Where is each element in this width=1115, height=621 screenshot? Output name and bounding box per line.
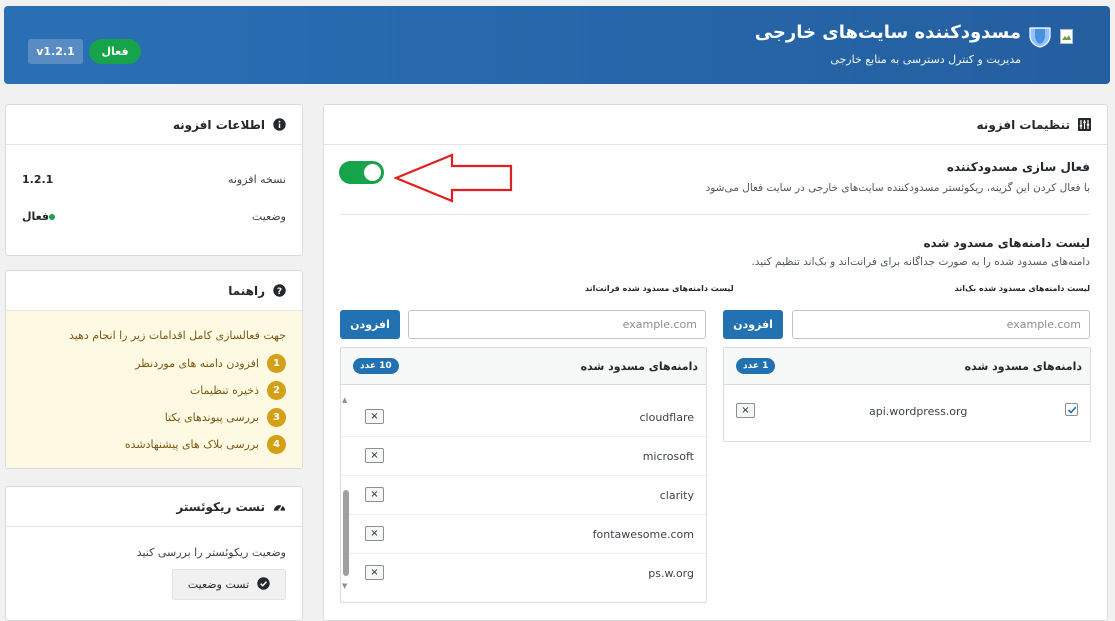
test-card-title: تست ریکوئستر: [176, 499, 265, 514]
red-arrow-icon: [394, 153, 513, 203]
toggle-description: با فعال کردن این گزینه، ریکوئستر مسدودکن…: [705, 182, 1090, 194]
list-item: ps.w.org ×: [341, 554, 706, 593]
domain-list-description: دامنه‌های مسدود شده را به صورت جداگانه ب…: [751, 256, 1090, 268]
backend-add-button[interactable]: افزودن: [723, 310, 783, 339]
list-item: clarity ×: [341, 476, 706, 515]
frontend-list-label: لیست دامنه‌های مسدود شده فرانت‌اند: [585, 284, 734, 293]
backend-domain-input[interactable]: example.com: [792, 310, 1090, 339]
list-item: fontawesome.com ×: [341, 515, 706, 554]
test-status-label: تست وضعیت: [187, 578, 250, 591]
checkmark-icon: [1067, 406, 1076, 414]
frontend-count-badge: 10 عدد: [353, 358, 399, 374]
remove-domain-button[interactable]: ×: [365, 565, 384, 580]
backend-list-label: لیست دامنه‌های مسدود شده بک‌اند: [954, 284, 1090, 293]
remove-domain-button[interactable]: ×: [365, 448, 384, 463]
version-badge: v1.2.1: [28, 39, 83, 64]
settings-sliders-icon: [1078, 118, 1091, 131]
info-card-title: اطلاعات افزونه: [172, 117, 265, 132]
step-text: بررسی پیوندهای یکتا: [164, 411, 259, 424]
list-item: cloudflare ×: [341, 398, 706, 437]
remove-domain-button[interactable]: ×: [365, 487, 384, 502]
step-text: افزودن دامنه های موردنظر: [135, 357, 259, 370]
status-value-wrap: فعال: [22, 210, 61, 223]
step-number: 2: [267, 381, 286, 400]
page-subtitle: مدیریت و کنترل دسترسی به منابع خارجی: [830, 53, 1021, 66]
backend-list-header: دامنه‌های مسدود شده 1 عدد: [724, 348, 1090, 385]
guide-step-4: 4 بررسی بلاک های پیشنهادشده: [125, 435, 286, 454]
domain-name: clarity: [659, 489, 694, 502]
check-circle-icon: [257, 576, 270, 593]
guide-intro: جهت فعالسازی کامل اقدامات زیر را انجام د…: [68, 329, 286, 342]
status-label: وضعیت: [251, 210, 286, 223]
frontend-list-header-title: دامنه‌های مسدود شده: [580, 359, 698, 373]
backend-list-header-title: دامنه‌های مسدود شده: [964, 359, 1082, 373]
requester-test-card: تست ریکوئستر وضعیت ریکوئستر را بررسی کنی…: [5, 486, 303, 621]
question-icon: ?: [273, 284, 286, 297]
step-number: 1: [267, 354, 286, 373]
step-number: 3: [267, 408, 286, 427]
backend-count-badge: 1 عدد: [736, 358, 776, 374]
step-text: بررسی بلاک های پیشنهادشده: [124, 438, 259, 451]
shield-icon: [1029, 27, 1051, 48]
frontend-list-scrollbar[interactable]: ▲ ▼: [342, 396, 350, 590]
test-status-button[interactable]: تست وضعیت: [172, 569, 286, 600]
toggle-knob: [364, 164, 381, 181]
test-description: وضعیت ریکوئستر را بررسی کنید: [136, 546, 286, 559]
domain-name: cloudflare: [639, 411, 694, 424]
domain-name: microsoft: [642, 450, 694, 463]
plugin-info-card: اطلاعات افزونه نسخه افزونه 1.2.1 وضعیت ف…: [5, 104, 303, 256]
guide-card: ? راهنما جهت فعالسازی کامل اقدامات زیر ر…: [5, 270, 303, 469]
domain-name: fontawesome.com: [592, 528, 694, 541]
remove-domain-button[interactable]: ×: [736, 403, 755, 418]
guide-card-title: راهنما: [228, 283, 265, 298]
settings-card-header: تنظیمات افزونه: [324, 105, 1107, 145]
dashboard-gauge-icon: [273, 500, 286, 513]
step-number: 4: [267, 435, 286, 454]
broken-image-icon: [1060, 29, 1073, 44]
domain-name: ps.w.org: [648, 567, 694, 580]
step-text: ذخیره تنظیمات: [189, 384, 259, 397]
scroll-up-icon[interactable]: ▲: [342, 396, 347, 404]
guide-step-1: 1 افزودن دامنه های موردنظر: [135, 354, 286, 373]
list-item: api.wordpress.org ×: [724, 392, 1090, 431]
page-title: مسدودکننده سایت‌های خارجی: [754, 22, 1021, 43]
section-divider: [340, 214, 1090, 215]
guide-step-3: 3 بررسی پیوندهای یکتا: [165, 408, 286, 427]
info-icon: [273, 118, 286, 131]
toggle-title: فعال سازی مسدودکننده: [946, 160, 1090, 174]
status-value: فعال: [22, 210, 50, 223]
list-item: microsoft ×: [341, 437, 706, 476]
version-value: 1.2.1: [22, 173, 54, 186]
frontend-domain-list: دامنه‌های مسدود شده 10 عدد cloudflare × …: [340, 347, 707, 603]
status-badge: فعال: [89, 39, 141, 64]
settings-card-title: تنظیمات افزونه: [976, 117, 1070, 132]
domain-list-title: لیست دامنه‌های مسدود شده: [923, 236, 1090, 250]
frontend-domain-input[interactable]: example.com: [408, 310, 706, 339]
remove-domain-button[interactable]: ×: [365, 526, 384, 541]
domain-checkbox[interactable]: [1065, 403, 1078, 416]
domain-name: api.wordpress.org: [869, 405, 968, 418]
backend-domain-list: دامنه‌های مسدود شده 1 عدد api.wordpress.…: [723, 347, 1091, 442]
svg-text:?: ?: [277, 287, 282, 297]
info-card-header: اطلاعات افزونه: [6, 105, 302, 145]
version-label: نسخه افزونه: [227, 173, 286, 186]
info-status-row: وضعیت فعال: [22, 210, 286, 223]
status-dot-icon: [49, 213, 56, 220]
test-card-header: تست ریکوئستر: [6, 487, 302, 527]
plugin-header: مسدودکننده سایت‌های خارجی مدیریت و کنترل…: [4, 6, 1110, 84]
blocker-toggle-switch[interactable]: [339, 161, 384, 184]
info-version-row: نسخه افزونه 1.2.1: [22, 173, 286, 186]
scrollbar-thumb[interactable]: [343, 490, 349, 576]
guide-card-header: ? راهنما: [6, 271, 302, 311]
frontend-list-header: دامنه‌های مسدود شده 10 عدد: [341, 348, 706, 385]
scroll-down-icon[interactable]: ▼: [342, 582, 347, 590]
guide-step-2: 2 ذخیره تنظیمات: [190, 381, 286, 400]
guide-body: جهت فعالسازی کامل اقدامات زیر را انجام د…: [6, 311, 302, 468]
remove-domain-button[interactable]: ×: [365, 409, 384, 424]
frontend-add-button[interactable]: افزودن: [340, 310, 400, 339]
